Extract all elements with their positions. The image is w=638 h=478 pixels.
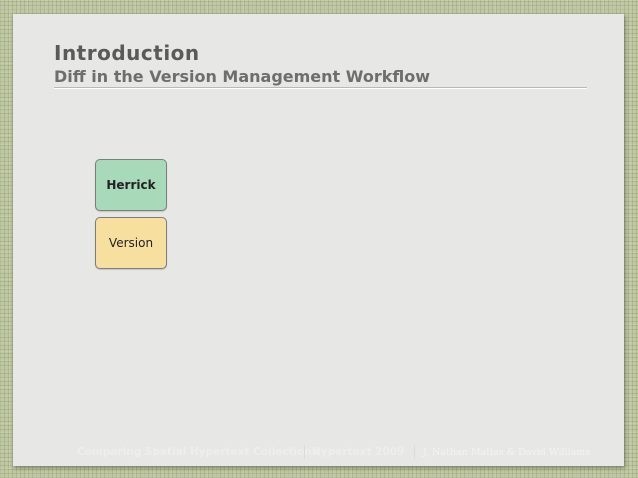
slide-title: Introduction <box>54 41 200 65</box>
footer-collection-title: Comparing Spatial Hypertext Collections <box>77 446 319 458</box>
footer-divider <box>414 445 415 459</box>
slide-subtitle: Diff in the Version Management Workflow <box>54 67 430 86</box>
slide-canvas: Introduction Diff in the Version Managem… <box>13 14 624 466</box>
title-divider <box>54 87 587 89</box>
slide-footer: Comparing Spatial Hypertext Collections … <box>13 441 624 463</box>
herrick-box-label: Herrick <box>106 178 156 192</box>
footer-authors: J. Nathan Matias & David Williams <box>423 446 591 458</box>
version-box-label: Version <box>108 236 154 250</box>
footer-event-name: Hypertext 2009 <box>312 446 405 458</box>
herrick-box: Herrick <box>95 159 167 211</box>
footer-divider <box>304 445 305 459</box>
version-box: Version <box>95 217 167 269</box>
